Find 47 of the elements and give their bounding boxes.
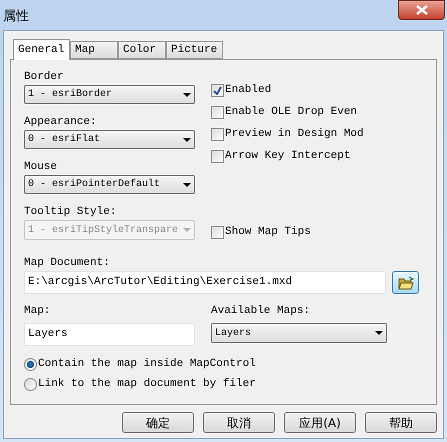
checkbox-label: Preview in Design Mod (225, 126, 364, 142)
field-label: Border (24, 70, 65, 85)
dropdown[interactable]: Layers (211, 323, 387, 343)
radio-label: Link to the map document by filer (38, 376, 256, 392)
dialog-button[interactable]: 帮助 (365, 412, 437, 433)
checkbox-label: Arrow Key Intercept (225, 148, 350, 164)
checkbox-label: Enabled (225, 82, 272, 98)
dialog-button[interactable]: 应用(A) (284, 412, 356, 433)
input-field[interactable]: Layers (24, 323, 195, 346)
field-label: Appearance: (24, 115, 98, 130)
checkbox[interactable] (211, 150, 224, 162)
folder-icon (398, 276, 414, 290)
checkbox-label: Enable OLE Drop Even (225, 104, 358, 120)
check-icon (213, 86, 222, 94)
tab[interactable]: General (13, 39, 70, 60)
dropdown-arrow-icon (183, 228, 191, 232)
tab[interactable]: Color (118, 41, 166, 59)
input-field[interactable]: E:\arcgis\ArcTutor\Editing\Exercise1.mxd (24, 271, 386, 294)
checkbox-label: Show Map Tips (225, 224, 311, 240)
radio-button[interactable] (24, 358, 37, 370)
dropdown-arrow-icon (183, 138, 191, 142)
browse-button[interactable] (392, 271, 419, 294)
checkbox[interactable] (211, 106, 224, 118)
checkbox[interactable] (211, 226, 224, 238)
field-label: Available Maps: (211, 304, 312, 319)
dropdown-arrow-icon (375, 331, 383, 335)
dropdown[interactable]: 0 - esriFlat (24, 130, 195, 149)
dialog-button[interactable]: 确定 (122, 412, 194, 433)
dropdown-arrow-icon (183, 92, 191, 96)
field-label: Mouse (24, 160, 58, 175)
window-title: 属性 (3, 7, 29, 25)
close-button[interactable] (398, 0, 445, 20)
dropdown[interactable]: 0 - esriPointerDefault (24, 175, 195, 194)
checkbox[interactable] (211, 84, 224, 96)
close-icon (416, 5, 428, 15)
field-label: Tooltip Style: (24, 205, 118, 220)
dropdown-arrow-icon (183, 182, 191, 186)
field-label: Map Document: (24, 256, 111, 271)
dialog-button[interactable]: 取消 (203, 412, 275, 433)
checkbox[interactable] (211, 128, 224, 140)
radio-label: Contain the map inside MapControl (38, 356, 256, 372)
dropdown[interactable]: 1 - esriBorder (24, 85, 195, 104)
field-label: Map: (24, 304, 52, 319)
radio-button[interactable] (24, 378, 37, 390)
tab[interactable]: Map (70, 41, 118, 59)
dropdown: 1 - esriTipStyleTranspare (24, 220, 195, 240)
tab[interactable]: Picture (166, 41, 223, 59)
